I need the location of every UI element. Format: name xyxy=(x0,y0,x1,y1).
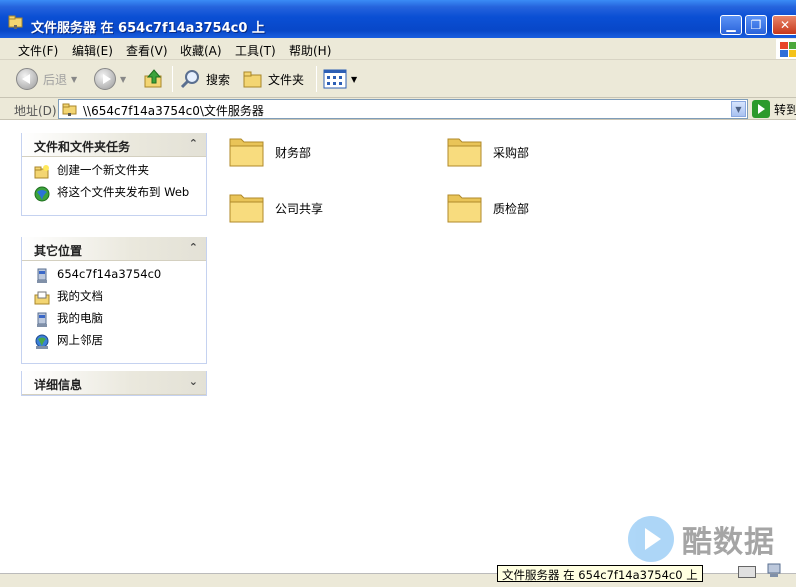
collapse-chevron-icon[interactable]: ⌃ xyxy=(189,241,198,254)
place-my-computer[interactable]: 我的电脑 xyxy=(22,311,206,331)
details-panel: 详细信息 ⌄ xyxy=(21,371,207,396)
back-label: 后退 xyxy=(43,72,68,87)
minimize-icon: ▁ xyxy=(726,18,736,32)
task-label: 创建一个新文件夹 xyxy=(57,163,149,177)
menu-edit[interactable]: 编辑(E) xyxy=(72,42,113,59)
place-my-documents[interactable]: 我的文档 xyxy=(22,289,206,309)
new-folder-icon xyxy=(34,165,49,179)
go-button[interactable]: 转到 xyxy=(752,99,796,119)
chevron-down-icon: ▼ xyxy=(120,74,127,84)
publish-web-link[interactable]: 将这个文件夹发布到 Web xyxy=(22,185,206,205)
globe-icon xyxy=(34,186,50,202)
search-button[interactable]: 搜索 xyxy=(180,66,230,92)
menu-view[interactable]: 查看(V) xyxy=(126,42,168,59)
network-folder-icon xyxy=(62,103,77,116)
folder-name: 质检部 xyxy=(493,202,530,216)
computer-icon[interactable] xyxy=(766,562,782,578)
menu-favorites[interactable]: 收藏(A) xyxy=(180,42,222,59)
watermark-text: 酷数据 xyxy=(682,525,775,560)
my-computer-icon xyxy=(37,312,47,327)
chevron-down-icon: ▼ xyxy=(351,74,358,84)
computer-icon xyxy=(37,268,47,283)
address-label: 地址(D) xyxy=(14,104,57,118)
place-computer-654c7f14a3754c0[interactable]: 654c7f14a3754c0 xyxy=(22,267,206,287)
folder-name: 公司共享 xyxy=(275,202,324,216)
my-documents-icon xyxy=(34,291,50,305)
task-label: 将这个文件夹发布到 Web xyxy=(57,185,190,199)
other-places-panel: 其它位置 ⌃ 654c7f14a3754c0 我的文档 我的电脑 网上邻居 xyxy=(21,237,207,364)
restore-icon: ❐ xyxy=(750,18,762,32)
address-value: \\654c7f14a3754c0\文件服务器 xyxy=(83,104,264,118)
close-button[interactable]: ✕ xyxy=(772,15,796,35)
search-label: 搜索 xyxy=(206,72,231,87)
folders-label: 文件夹 xyxy=(268,72,305,87)
expand-chevron-icon[interactable]: ⌄ xyxy=(189,375,198,388)
chevron-down-icon: ▼ xyxy=(71,74,78,84)
folder-item[interactable]: 质检部 xyxy=(446,187,666,231)
views-button[interactable]: ▼ xyxy=(323,66,357,92)
panel-header[interactable]: 其它位置 ⌃ xyxy=(22,237,206,261)
place-network[interactable]: 网上邻居 xyxy=(22,333,206,353)
go-arrow-icon xyxy=(752,100,770,118)
tooltip: 文件服务器 在 654c7f14a3754c0 上 xyxy=(497,565,703,582)
menu-bar: 文件(F) 编辑(E) 查看(V) 收藏(A) 工具(T) 帮助(H) xyxy=(0,38,796,60)
folder-name: 采购部 xyxy=(493,146,530,160)
menu-help[interactable]: 帮助(H) xyxy=(289,42,331,59)
network-folder-icon xyxy=(8,15,23,29)
back-arrow-icon xyxy=(16,68,38,90)
network-places-icon xyxy=(35,334,49,349)
folder-icon xyxy=(447,138,482,167)
folder-icon xyxy=(447,194,482,223)
panel-title: 其它位置 xyxy=(34,244,83,258)
folder-up-icon xyxy=(144,69,162,88)
forward-arrow-icon xyxy=(94,68,116,90)
go-label: 转到 xyxy=(774,102,796,117)
menu-tools[interactable]: 工具(T) xyxy=(235,42,276,59)
back-button[interactable]: 后退 ▼ xyxy=(16,66,77,92)
folder-item[interactable]: 财务部 xyxy=(228,131,448,175)
window-title: 文件服务器 在 654c7f14a3754c0 上 xyxy=(31,21,265,36)
watermark: 酷数据 xyxy=(628,516,775,562)
file-folder-tasks-panel: 文件和文件夹任务 ⌃ 创建一个新文件夹 将这个文件夹发布到 Web xyxy=(21,133,207,216)
view-grid-icon xyxy=(323,69,347,89)
folder-name: 财务部 xyxy=(275,146,312,160)
panel-header[interactable]: 文件和文件夹任务 ⌃ xyxy=(22,133,206,157)
folder-item[interactable]: 采购部 xyxy=(446,131,666,175)
keyboard-icon[interactable] xyxy=(738,566,756,578)
minimize-button[interactable]: ▁ xyxy=(720,15,742,35)
menu-file[interactable]: 文件(F) xyxy=(18,42,58,59)
up-button[interactable] xyxy=(143,66,165,92)
close-icon: ✕ xyxy=(779,18,791,32)
watermark-logo-icon xyxy=(628,516,674,562)
folders-button[interactable]: 文件夹 xyxy=(242,66,304,92)
windows-logo-icon xyxy=(776,39,796,59)
collapse-chevron-icon[interactable]: ⌃ xyxy=(189,137,198,150)
address-dropdown-button[interactable]: ▼ xyxy=(731,101,746,117)
folder-item[interactable]: 公司共享 xyxy=(228,187,448,231)
maximize-button[interactable]: ❐ xyxy=(745,15,767,35)
place-label: 我的电脑 xyxy=(57,311,103,325)
address-bar: 地址(D) \\654c7f14a3754c0\文件服务器 ▼ 转到 xyxy=(0,98,796,120)
panel-title: 详细信息 xyxy=(34,378,83,392)
folder-icon xyxy=(229,138,264,167)
folder-icon xyxy=(243,71,262,88)
content-area: 文件和文件夹任务 ⌃ 创建一个新文件夹 将这个文件夹发布到 Web 其它位置 ⌃… xyxy=(0,121,796,573)
place-label: 网上邻居 xyxy=(57,333,103,347)
panel-title: 文件和文件夹任务 xyxy=(34,140,131,154)
search-icon xyxy=(180,70,199,89)
toolbar: 后退 ▼ ▼ 搜索 文件夹 ▼ xyxy=(0,60,796,98)
folder-icon xyxy=(229,194,264,223)
place-label: 我的文档 xyxy=(57,289,103,303)
forward-button[interactable]: ▼ xyxy=(94,66,126,92)
new-folder-link[interactable]: 创建一个新文件夹 xyxy=(22,163,206,183)
title-bar[interactable]: 文件服务器 在 654c7f14a3754c0 上 ▁ ❐ ✕ xyxy=(0,0,796,38)
place-label: 654c7f14a3754c0 xyxy=(57,267,162,281)
panel-header[interactable]: 详细信息 ⌄ xyxy=(22,371,206,395)
address-input[interactable]: \\654c7f14a3754c0\文件服务器 ▼ xyxy=(58,99,748,119)
